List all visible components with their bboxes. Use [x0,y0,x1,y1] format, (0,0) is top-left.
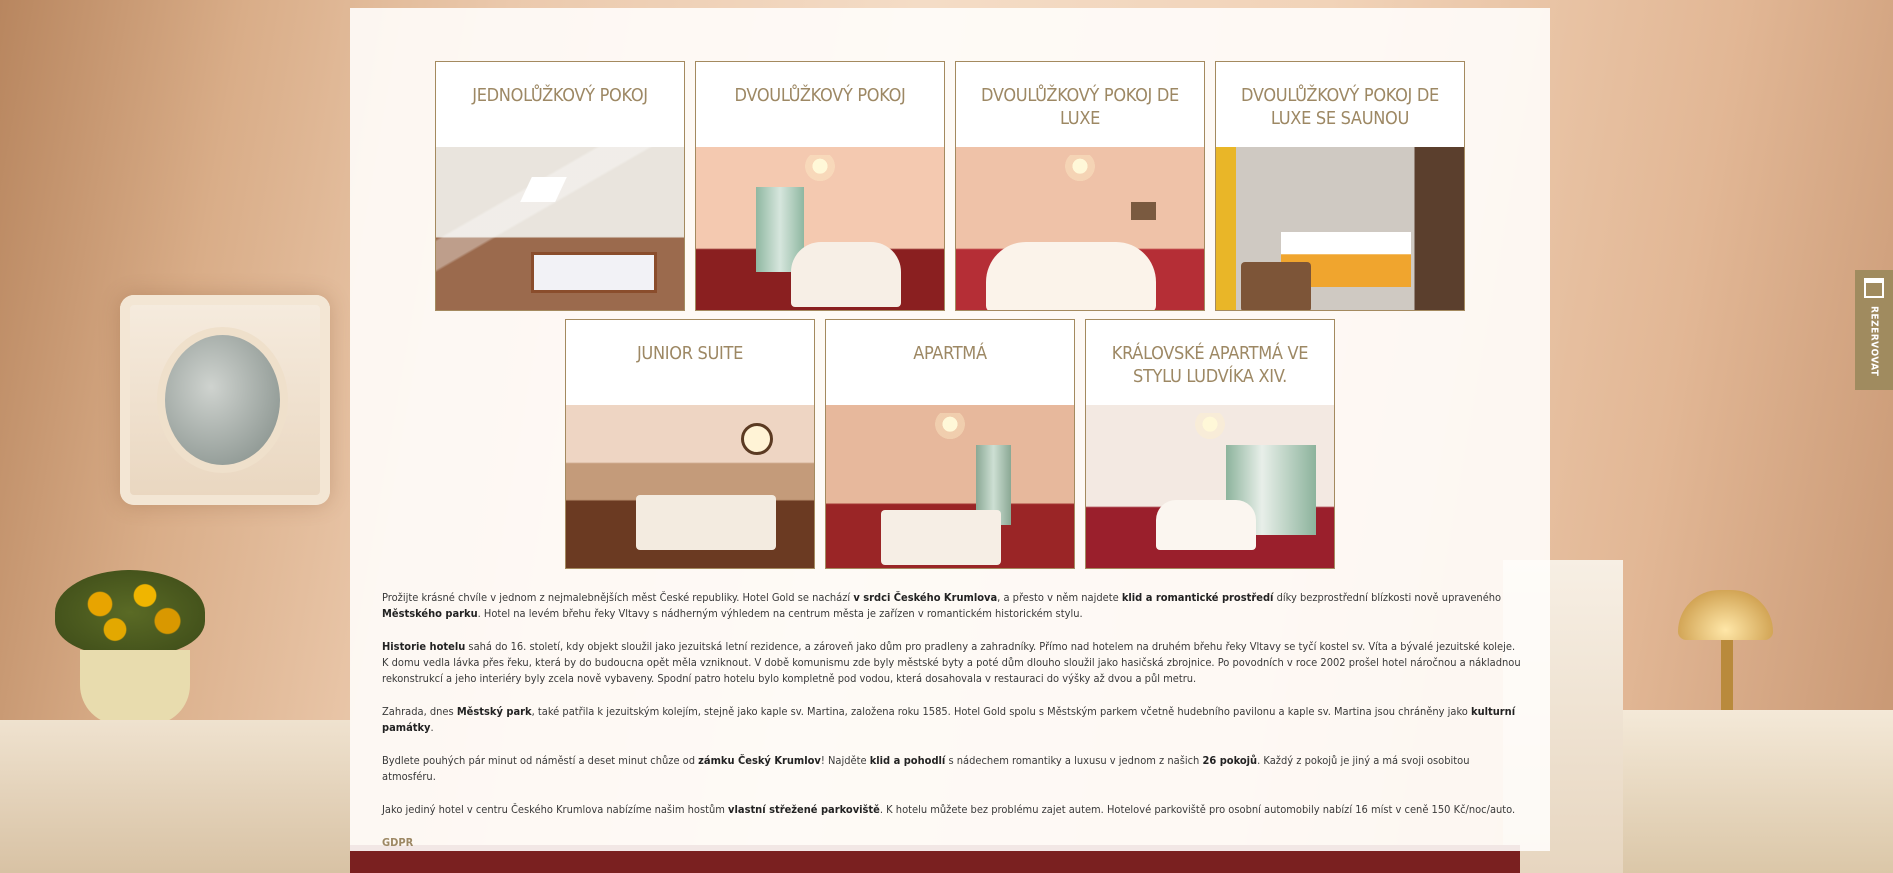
room-photo-apartment[interactable] [826,405,1074,568]
room-grid-row-1: JEDNOLŮŽKOVÝ POKOJ DVOULŮŽKOVÝ POKOJ DVO… [350,61,1550,311]
room-card-title[interactable]: KRÁLOVSKÉ APARTMÁ VE STYLU LUDVÍKA XIV. [1086,320,1334,405]
room-photo-double-deluxe-sauna[interactable] [1216,147,1464,310]
garden-paragraph: Zahrada, dnes Městský park, také patřila… [382,705,1516,734]
gdpr-link[interactable]: GDPR [382,835,413,851]
chandelier-image [1062,155,1098,183]
chandelier-image [932,413,968,441]
room-card-double-deluxe-sauna[interactable]: DVOULŮŽKOVÝ POKOJ DE LUXE SE SAUNOU [1215,61,1465,311]
intro-paragraph: Prožijte krásné chvíle v jednom z nejmal… [382,591,1502,620]
background-dresser-left [0,720,350,873]
room-card-apartment[interactable]: APARTMÁ [825,319,1075,569]
reserve-tab-label: REZERVOVAT [1868,306,1880,377]
room-card-double[interactable]: DVOULŮŽKOVÝ POKOJ [695,61,945,311]
chandelier-image [802,155,838,183]
room-photo-double[interactable] [696,147,944,310]
room-photo-double-deluxe[interactable] [956,147,1204,310]
room-photo-single[interactable] [436,147,684,310]
background-mirror [120,295,330,505]
room-card-title[interactable]: JEDNOLŮŽKOVÝ POKOJ [436,62,684,147]
room-grid-row-2: JUNIOR SUITE APARTMÁ KRÁLOVSKÉ APARTMÁ V… [350,319,1550,569]
background-lamp [1678,590,1773,640]
calendar-icon [1864,278,1884,298]
room-card-single[interactable]: JEDNOLŮŽKOVÝ POKOJ [435,61,685,311]
room-card-title[interactable]: DVOULŮŽKOVÝ POKOJ DE LUXE SE SAUNOU [1216,62,1464,147]
background-flower-pot [80,650,190,725]
room-card-title[interactable]: DVOULŮŽKOVÝ POKOJ [696,62,944,147]
room-card-title[interactable]: JUNIOR SUITE [566,320,814,405]
background-dresser-right [1623,710,1893,873]
background-lamp-stand [1721,640,1733,720]
hotel-description: Prožijte krásné chvíle v jednom z nejmal… [382,590,1522,851]
background-flowers [55,570,205,655]
content-panel: JEDNOLŮŽKOVÝ POKOJ DVOULŮŽKOVÝ POKOJ DVO… [350,8,1550,851]
parking-paragraph: Jako jediný hotel v centru Českého Kruml… [382,803,1516,816]
room-card-junior-suite[interactable]: JUNIOR SUITE [565,319,815,569]
room-card-title[interactable]: APARTMÁ [826,320,1074,405]
room-photo-junior-suite[interactable] [566,405,814,568]
room-card-title[interactable]: DVOULŮŽKOVÝ POKOJ DE LUXE [956,62,1204,147]
history-paragraph: Historie hotelu sahá do 16. století, kdy… [382,640,1521,685]
room-card-royal-apartment[interactable]: KRÁLOVSKÉ APARTMÁ VE STYLU LUDVÍKA XIV. [1085,319,1335,569]
reserve-tab[interactable]: REZERVOVAT [1855,270,1893,390]
room-card-double-deluxe[interactable]: DVOULŮŽKOVÝ POKOJ DE LUXE [955,61,1205,311]
room-photo-royal-apartment[interactable] [1086,405,1334,568]
chandelier-image [1192,413,1228,441]
location-paragraph: Bydlete pouhých pár minut od náměstí a d… [382,754,1470,783]
